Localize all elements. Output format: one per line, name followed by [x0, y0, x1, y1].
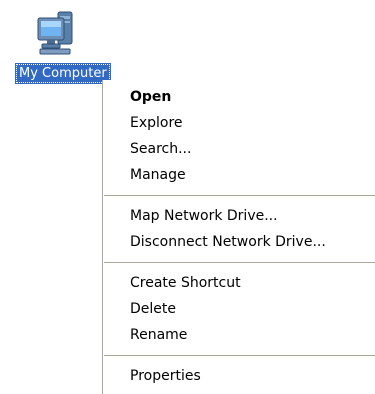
menu-item-disconnect-network-drive[interactable]: Disconnect Network Drive... — [103, 229, 375, 255]
menu-item-properties[interactable]: Properties — [103, 363, 375, 389]
menu-item-delete[interactable]: Delete — [103, 296, 375, 322]
context-menu: Open Explore Search... Manage Map Network Dr… — [102, 80, 375, 394]
menu-item-manage[interactable]: Manage — [103, 162, 375, 188]
my-computer-label[interactable]: My Computer — [15, 63, 111, 84]
my-computer-icon[interactable] — [36, 10, 76, 56]
menu-separator — [104, 355, 375, 356]
menu-item-map-network-drive[interactable]: Map Network Drive... — [103, 203, 375, 229]
menu-item-create-shortcut[interactable]: Create Shortcut — [103, 270, 375, 296]
menu-item-rename[interactable]: Rename — [103, 322, 375, 348]
my-computer-shortcut[interactable]: My Computer — [0, 0, 130, 90]
menu-separator — [104, 262, 375, 263]
menu-item-search[interactable]: Search... — [103, 136, 375, 162]
menu-separator — [104, 195, 375, 196]
context-menu-list: Open Explore Search... Manage Map Network Dr… — [103, 84, 375, 389]
menu-item-explore[interactable]: Explore — [103, 110, 375, 136]
menu-item-open[interactable]: Open — [103, 84, 375, 110]
desktop: My Computer Open Explore Search... Manage Ma… — [0, 0, 375, 394]
